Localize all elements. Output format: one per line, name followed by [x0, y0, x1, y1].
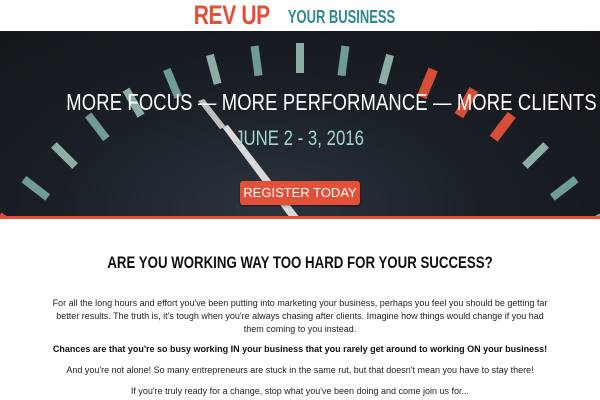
- hero-bottom-border: [0, 216, 600, 219]
- hero-banner: MORE FOCUS — MORE PERFORMANCE — MORE CLI…: [0, 31, 600, 218]
- logo-rev-up[interactable]: REV UP: [194, 0, 270, 31]
- event-date: JUNE 2 - 3, 2016: [235, 127, 365, 150]
- logo-your-business[interactable]: YOUR BUSINESS: [288, 0, 395, 34]
- register-today-button[interactable]: REGISTER TODAY: [240, 181, 360, 205]
- reassurance-paragraph: And you're not alone! So many entreprene…: [66, 365, 534, 375]
- section-title: ARE YOU WORKING WAY TOO HARD FOR YOUR SU…: [107, 253, 493, 272]
- speedometer-tick: [378, 53, 394, 85]
- speedometer-tick: [549, 176, 579, 201]
- speedometer-tick: [250, 45, 263, 77]
- site-header: REV UP YOUR BUSINESS: [0, 0, 600, 31]
- call-to-action-paragraph: If you're truly ready for a change, stop…: [130, 386, 470, 396]
- speedometer-tick: [21, 176, 51, 201]
- speedometer-tick: [337, 45, 350, 77]
- speedometer-tick: [206, 53, 222, 85]
- intro-paragraph: For all the long hours and effort you've…: [52, 298, 548, 334]
- emphasis-paragraph: Chances are that you're so busy working …: [52, 344, 548, 354]
- hero-headline: MORE FOCUS — MORE PERFORMANCE — MORE CLI…: [66, 89, 597, 115]
